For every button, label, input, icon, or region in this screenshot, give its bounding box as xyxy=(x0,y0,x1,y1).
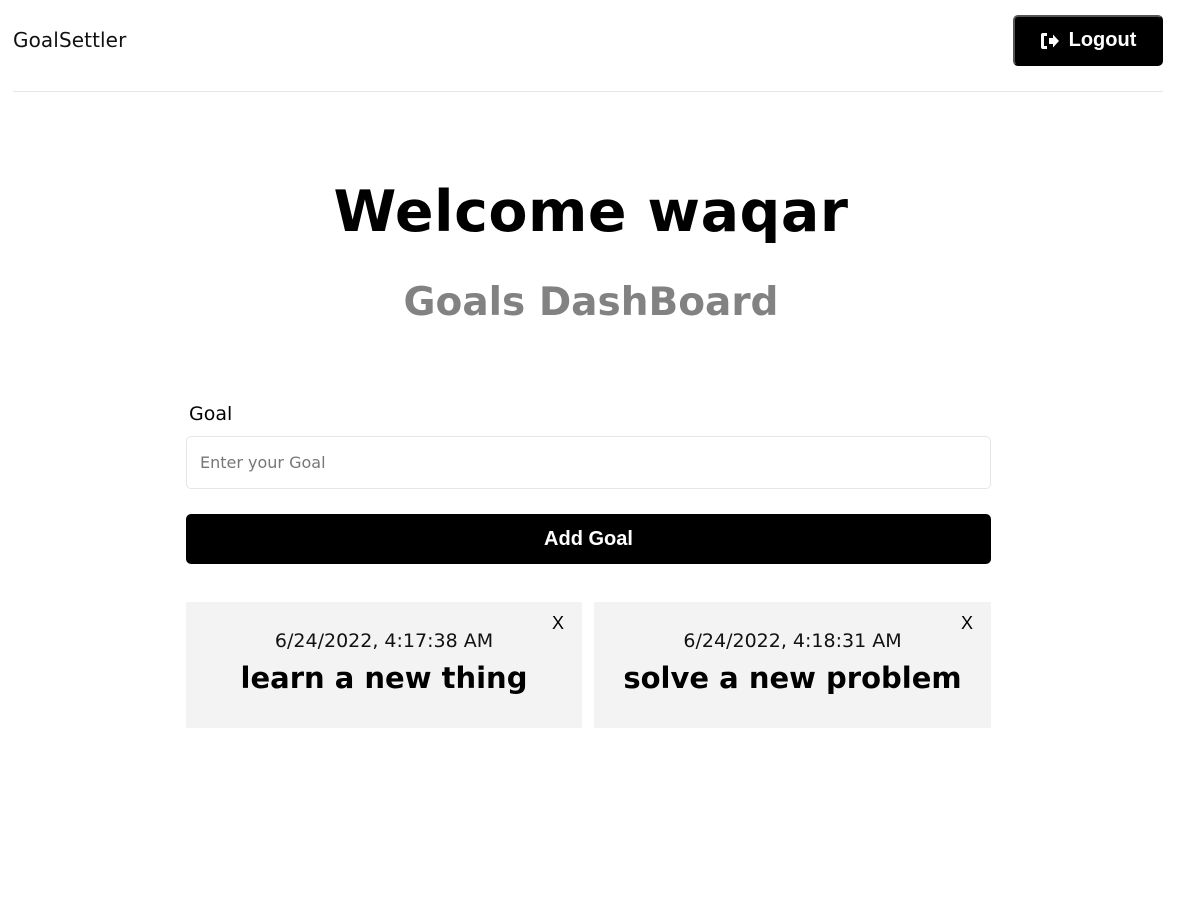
goal-label: Goal xyxy=(189,403,233,425)
delete-goal-button[interactable]: X xyxy=(552,612,564,634)
welcome-heading: Welcome waqar xyxy=(333,179,849,245)
logout-button[interactable]: Logout xyxy=(1013,15,1163,66)
goal-card: X 6/24/2022, 4:18:31 AM solve a new prob… xyxy=(594,602,991,728)
goal-date: 6/24/2022, 4:18:31 AM xyxy=(683,630,902,652)
logout-label: Logout xyxy=(1068,29,1137,51)
goal-card: X 6/24/2022, 4:17:38 AM learn a new thin… xyxy=(186,602,582,728)
goal-input[interactable] xyxy=(186,436,991,489)
goal-date: 6/24/2022, 4:17:38 AM xyxy=(274,630,494,652)
dashboard-subtitle: Goals DashBoard xyxy=(403,280,779,325)
goal-text: solve a new problem xyxy=(623,661,962,695)
sign-out-icon xyxy=(1040,32,1060,50)
goals-list: X 6/24/2022, 4:17:38 AM learn a new thin… xyxy=(186,602,991,728)
goal-form: Goal Add Goal xyxy=(186,400,991,564)
delete-goal-button[interactable]: X xyxy=(961,612,973,634)
add-goal-button[interactable]: Add Goal xyxy=(186,514,991,564)
brand-logo-text[interactable]: GoalSettler xyxy=(13,27,126,53)
top-nav: GoalSettler Logout xyxy=(13,0,1163,92)
goal-text: learn a new thing xyxy=(240,661,528,695)
